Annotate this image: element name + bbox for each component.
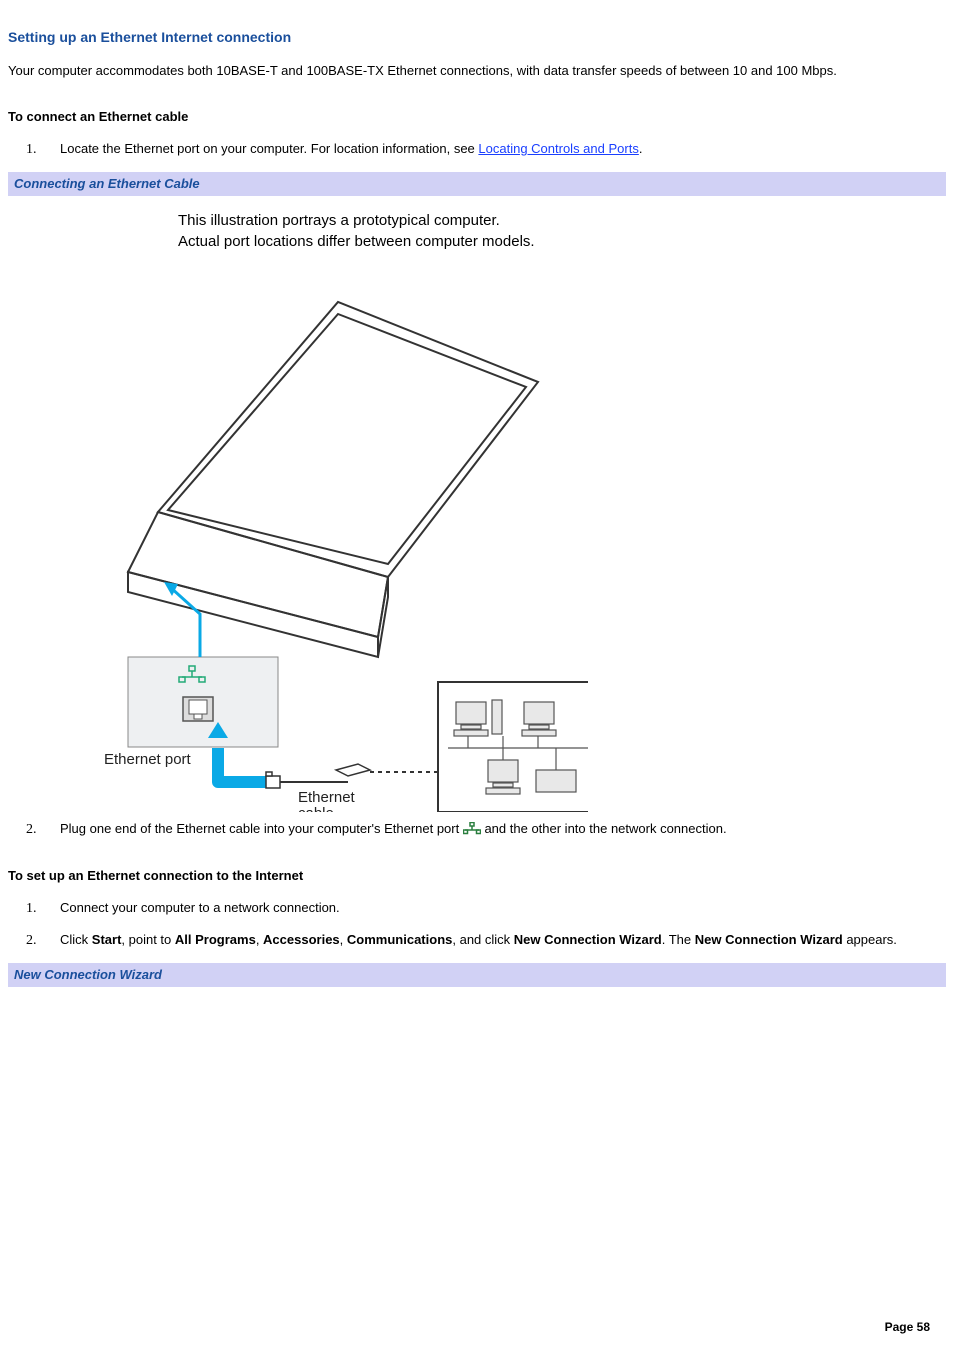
illustration-ethernet: This illustration portrays a prototypica… xyxy=(8,202,946,820)
section-setup-internet-heading: To set up an Ethernet connection to the … xyxy=(8,867,946,885)
section-connect-cable-heading: To connect an Ethernet cable xyxy=(8,108,946,126)
step-number: 1. xyxy=(26,140,37,160)
step-text-post: and the other into the network connectio… xyxy=(481,821,727,836)
band-connecting-cable: Connecting an Ethernet Cable xyxy=(8,172,946,196)
step-text: Connect your computer to a network conne… xyxy=(60,900,340,915)
label-ethernet-port: Ethernet port xyxy=(104,751,192,768)
illustration-caption-2: Actual port locations differ between com… xyxy=(178,231,946,252)
connect-cable-steps-continued: 2. Plug one end of the Ethernet cable in… xyxy=(8,820,946,838)
label-ethernet-cable-2: cable xyxy=(298,805,334,812)
step-connect-network: 1. Connect your computer to a network co… xyxy=(20,899,946,917)
step-number: 2. xyxy=(26,820,37,840)
ethernet-illustration-svg: Ethernet port Ethernet cable xyxy=(88,262,588,812)
page-title: Setting up an Ethernet Internet connecti… xyxy=(8,28,946,48)
step-plug-cable: 2. Plug one end of the Ethernet cable in… xyxy=(20,820,946,838)
step-number: 2. xyxy=(26,931,37,951)
label-ethernet-cable-1: Ethernet xyxy=(298,789,356,806)
connect-cable-steps: 1. Locate the Ethernet port on your comp… xyxy=(8,140,946,158)
ethernet-icon xyxy=(463,822,481,836)
step-text: Plug one end of the Ethernet cable into … xyxy=(60,821,463,836)
step-text-post: . xyxy=(639,141,643,156)
link-locating-controls[interactable]: Locating Controls and Ports xyxy=(478,141,638,156)
step-locate-port: 1. Locate the Ethernet port on your comp… xyxy=(20,140,946,158)
step-text: Locate the Ethernet port on your compute… xyxy=(60,141,478,156)
intro-paragraph: Your computer accommodates both 10BASE-T… xyxy=(8,62,946,80)
illustration-caption-1: This illustration portrays a prototypica… xyxy=(178,210,946,231)
step-text: Click Start, point to All Programs, Acce… xyxy=(60,932,897,947)
step-number: 1. xyxy=(26,899,37,919)
setup-internet-steps: 1. Connect your computer to a network co… xyxy=(8,899,946,949)
band-new-connection-wizard: New Connection Wizard xyxy=(8,963,946,987)
page-footer: Page 58 xyxy=(885,1319,930,1336)
step-click-start: 2. Click Start, point to All Programs, A… xyxy=(20,931,946,949)
